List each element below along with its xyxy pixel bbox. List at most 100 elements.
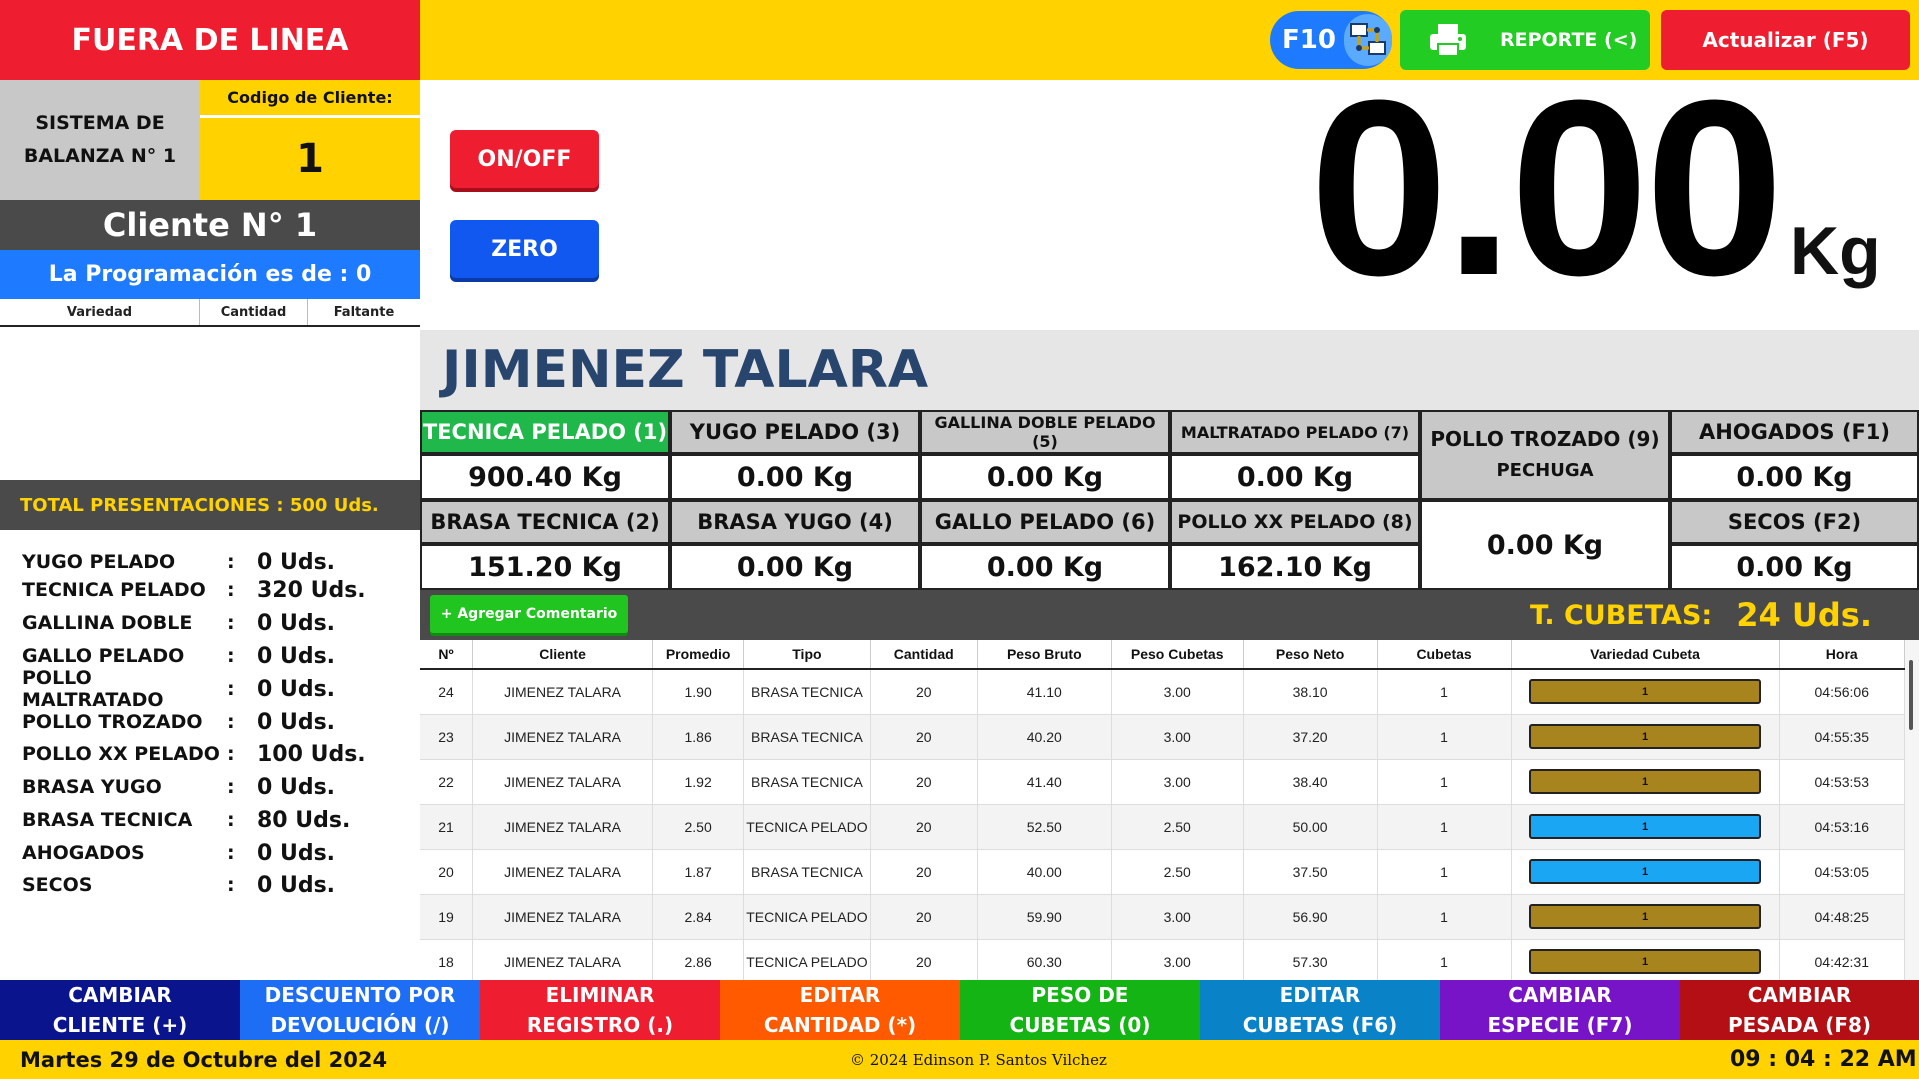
variety-label-yugo-pelado[interactable]: YUGO PELADO (3)	[670, 410, 920, 454]
table-row[interactable]: 24 JIMENEZ TALARA 1.90 BRASA TECNICA 20 41.10…	[420, 669, 1905, 715]
column-header[interactable]: Hora	[1779, 640, 1905, 670]
table-row[interactable]: 19 JIMENEZ TALARA 2.84 TECNICA PELADO 20 59.9…	[420, 894, 1905, 940]
variety-label-gallina-doble[interactable]: GALLINA DOBLE PELADO (5)	[920, 410, 1170, 454]
system-label-line2: BALANZA N° 1	[23, 145, 177, 167]
variety-label-gallo-pelado[interactable]: GALLO PELADO (6)	[920, 500, 1170, 544]
cell-variedad-cubeta: 1	[1511, 804, 1780, 850]
cell-neto: 50.00	[1243, 804, 1378, 850]
current-time: 09 : 04 : 22 AM	[1730, 1047, 1917, 1072]
action-button[interactable]: EDITAR CUBETAS (F6)	[1200, 980, 1440, 1040]
current-date: Martes 29 de Octubre del 2024	[20, 1047, 388, 1072]
presentation-separator: :	[227, 776, 235, 798]
cell-hora: 04:53:16	[1779, 804, 1905, 850]
action-label-line2: DEVOLUCIÓN (/)	[270, 1013, 450, 1037]
cell-n: 19	[420, 894, 474, 940]
presentation-value: 0 Uds.	[257, 840, 336, 866]
cell-cubetas_peso: 3.00	[1111, 669, 1244, 715]
presentation-value: 0 Uds.	[257, 610, 336, 636]
presentation-separator: :	[227, 612, 235, 634]
cell-tipo: TECNICA PELADO	[743, 894, 871, 940]
table-row[interactable]: 22 JIMENEZ TALARA 1.92 BRASA TECNICA 20 41.40…	[420, 759, 1905, 805]
cell-n: 21	[420, 804, 474, 850]
cell-tipo: TECNICA PELADO	[743, 939, 871, 980]
cell-neto: 56.90	[1243, 894, 1378, 940]
variety-value-maltratado: 0.00 Kg	[1170, 454, 1420, 500]
table-row[interactable]: 18 JIMENEZ TALARA 2.86 TECNICA PELADO 20 60.3…	[420, 939, 1905, 980]
presentation-name: AHOGADOS	[22, 842, 145, 864]
table-row[interactable]: 23 JIMENEZ TALARA 1.86 BRASA TECNICA 20 40.20…	[420, 714, 1905, 760]
column-header[interactable]: Cubetas	[1377, 640, 1512, 670]
action-button[interactable]: PESO DE CUBETAS (0)	[960, 980, 1200, 1040]
action-button[interactable]: EDITAR CANTIDAD (*)	[720, 980, 960, 1040]
table-row[interactable]: 21 JIMENEZ TALARA 2.50 TECNICA PELADO 20 52.5…	[420, 804, 1905, 850]
cell-promedio: 2.86	[652, 939, 745, 980]
cell-cubetas: 1	[1377, 849, 1512, 895]
cell-neto: 38.40	[1243, 759, 1378, 805]
total-cubetas: T. CUBETAS: 24 Uds.	[1530, 596, 1872, 634]
cell-cubetas_peso: 2.50	[1111, 804, 1244, 850]
action-label-line1: EDITAR	[1279, 983, 1361, 1007]
column-header[interactable]: Peso Neto	[1243, 640, 1378, 670]
column-header[interactable]: Promedio	[652, 640, 745, 670]
system-label: SISTEMA DE BALANZA N° 1	[0, 80, 200, 200]
column-header[interactable]: Cliente	[472, 640, 654, 670]
client-code-label: Codigo de Cliente:	[200, 80, 420, 118]
weight-display: 0.00	[1309, 48, 1784, 327]
presentation-name: GALLINA DOBLE	[22, 612, 193, 634]
variety-label-ahogados[interactable]: AHOGADOS (F1)	[1670, 410, 1919, 454]
variety-label-pollo-trozado[interactable]: POLLO TROZADO (9) PECHUGA	[1420, 410, 1670, 500]
column-header[interactable]: Tipo	[743, 640, 871, 670]
cell-cubetas_peso: 3.00	[1111, 759, 1244, 805]
variety-label-pollo-xx[interactable]: POLLO XX PELADO (8)	[1170, 500, 1420, 544]
action-button[interactable]: ELIMINAR REGISTRO (.)	[480, 980, 720, 1040]
column-faltante: Faltante	[333, 304, 395, 320]
presentation-name: POLLO TROZADO	[22, 711, 203, 733]
column-header[interactable]: Peso Cubetas	[1111, 640, 1244, 670]
cubeta-variety-bar: 1	[1529, 859, 1762, 884]
variety-value-ahogados: 0.00 Kg	[1670, 454, 1919, 500]
table-scroll-thumb[interactable]	[1909, 660, 1913, 730]
action-button[interactable]: CAMBIAR ESPECIE (F7)	[1440, 980, 1680, 1040]
cell-tipo: BRASA TECNICA	[743, 714, 871, 760]
cubeta-variety-bar: 1	[1529, 814, 1762, 839]
action-button[interactable]: CAMBIAR PESADA (F8)	[1680, 980, 1919, 1040]
cell-cantidad: 20	[870, 939, 978, 980]
cell-cubetas: 1	[1377, 714, 1512, 760]
column-header[interactable]: Nº	[420, 640, 474, 670]
presentation-name: BRASA YUGO	[22, 776, 162, 798]
cell-variedad-cubeta: 1	[1511, 759, 1780, 805]
action-button[interactable]: CAMBIAR CLIENTE (+)	[0, 980, 240, 1040]
cell-bruto: 41.10	[977, 669, 1112, 715]
zero-button[interactable]: ZERO	[450, 220, 599, 278]
on-off-button[interactable]: ON/OFF	[450, 130, 599, 188]
cubeta-variety-bar: 1	[1529, 769, 1762, 794]
system-label-line1: SISTEMA DE	[35, 112, 165, 134]
cell-cantidad: 20	[870, 804, 978, 850]
variety-label-brasa-tecnica[interactable]: BRASA TECNICA (2)	[420, 500, 670, 544]
table-row[interactable]: 20 JIMENEZ TALARA 1.87 BRASA TECNICA 20 40.00…	[420, 849, 1905, 895]
cell-hora: 04:42:31	[1779, 939, 1905, 980]
variety-label-secos[interactable]: SECOS (F2)	[1670, 500, 1919, 544]
cell-bruto: 40.00	[977, 849, 1112, 895]
presentation-value: 320 Uds.	[257, 577, 366, 603]
variety-label-maltratado[interactable]: MALTRATADO PELADO (7)	[1170, 410, 1420, 454]
cell-cubetas_peso: 3.00	[1111, 894, 1244, 940]
cubeta-variety-bar: 1	[1529, 904, 1762, 929]
column-header[interactable]: Cantidad	[870, 640, 978, 670]
add-comment-button[interactable]: + Agregar Comentario	[430, 595, 628, 633]
action-button[interactable]: DESCUENTO POR DEVOLUCIÓN (/)	[240, 980, 480, 1040]
variety-label-brasa-yugo[interactable]: BRASA YUGO (4)	[670, 500, 920, 544]
action-label-line2: CUBETAS (0)	[1009, 1013, 1151, 1037]
presentation-value: 0 Uds.	[257, 676, 336, 702]
variety-value-brasa-tecnica: 151.20 Kg	[420, 544, 670, 590]
action-label-line2: CUBETAS (F6)	[1242, 1013, 1398, 1037]
cell-cliente: JIMENEZ TALARA	[472, 669, 654, 715]
records-table: Nº Cliente Promedio Tipo Cantidad Peso Bruto P…	[420, 640, 1905, 980]
column-header[interactable]: Variedad Cubeta	[1511, 640, 1780, 670]
presentation-separator: :	[227, 842, 235, 864]
cell-hora: 04:48:25	[1779, 894, 1905, 940]
cell-hora: 04:53:53	[1779, 759, 1905, 805]
cell-cubetas_peso: 3.00	[1111, 714, 1244, 760]
variety-label-tecnica-pelado[interactable]: TECNICA PELADO (1)	[420, 410, 670, 454]
column-header[interactable]: Peso Bruto	[977, 640, 1112, 670]
